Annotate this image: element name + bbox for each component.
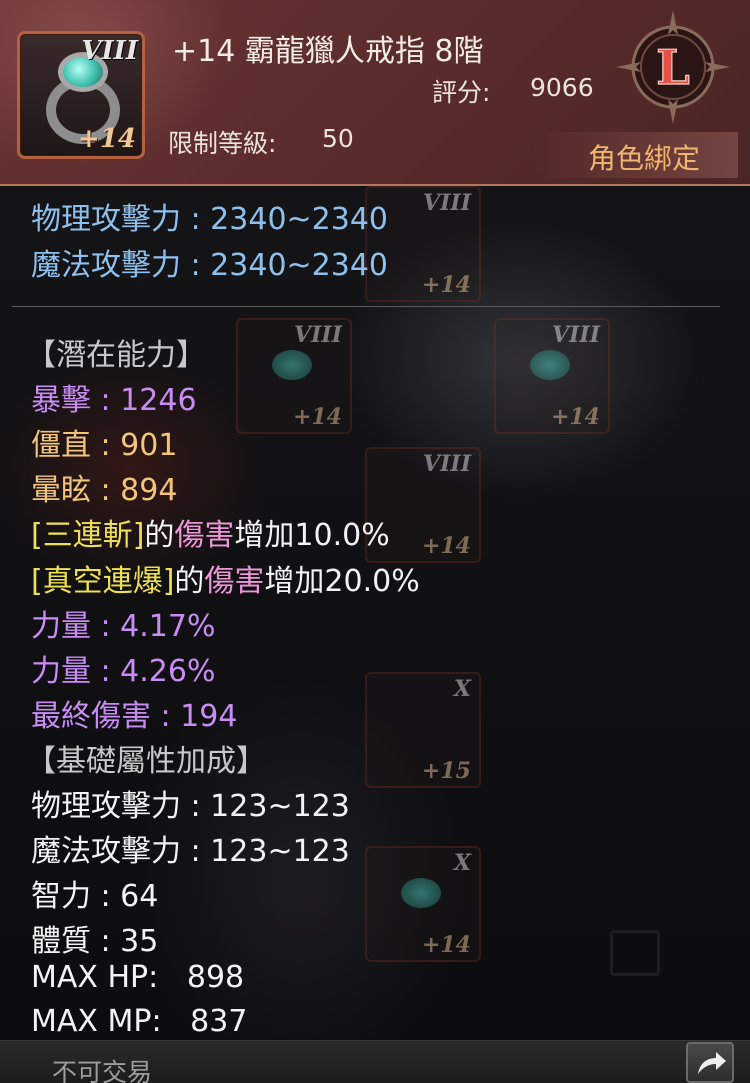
rank-letter: L	[656, 40, 690, 96]
base-bonus-section-header: 【基礎屬性加成】	[26, 744, 266, 779]
vitality-stat: 體質 : 35	[31, 924, 159, 959]
share-button[interactable]	[686, 1042, 734, 1083]
skill-damage-label: 傷害	[204, 564, 265, 599]
skill-name: [真空連爆]	[31, 564, 175, 599]
slot-level-badge: +14	[421, 272, 471, 298]
strength-stat: 力量 : 4.26%	[31, 654, 216, 689]
level-requirement-value: 50	[322, 124, 354, 153]
slot-tier-badge: X	[453, 850, 471, 876]
rank-emblem-icon: L	[616, 10, 730, 124]
stagger-stat: 僵直 : 901	[31, 428, 178, 463]
slot-tier-badge: VIII	[423, 190, 471, 216]
ring-icon	[401, 878, 441, 908]
final-damage-stat: 最終傷害 : 194	[31, 699, 238, 734]
skill-of-text: 的	[144, 518, 175, 553]
skill-damage-line: [三連斬]的傷害增加10.0%	[31, 510, 390, 554]
crit-stat: 暴擊 : 1246	[31, 383, 197, 418]
skill-damage-value: 增加10.0%	[234, 518, 390, 553]
item-tooltip-header: VIII +14 +14 霸龍獵人戒指 8階 評分: 9066 限制等級: 50…	[0, 0, 750, 186]
bind-status-text: 角色綁定	[588, 142, 701, 175]
skill-damage-line: [真空連爆]的傷害增加20.0%	[31, 556, 420, 600]
potential-section-header: 【潛在能力】	[26, 338, 206, 373]
item-name: +14 霸龍獵人戒指 8階	[172, 34, 484, 69]
share-arrow-icon	[698, 1052, 726, 1074]
skill-damage-value: 增加20.0%	[264, 564, 420, 599]
inventory-slot: VIII +14	[236, 318, 352, 434]
base-physical-attack-stat: 物理攻擊力 : 123~123	[31, 789, 350, 824]
skill-of-text: 的	[174, 564, 205, 599]
slot-level-badge: +14	[421, 533, 471, 559]
item-icon-frame: VIII +14	[17, 31, 145, 159]
slot-tier-badge: VIII	[294, 322, 342, 348]
slot-tier-badge: VIII	[423, 451, 471, 477]
skill-damage-label: 傷害	[174, 518, 235, 553]
trade-status: 不可交易	[52, 1058, 153, 1083]
ring-icon	[530, 350, 570, 380]
inventory-slot: X +15	[365, 672, 481, 788]
score-label: 評分:	[432, 78, 491, 107]
slot-tier-badge: X	[453, 676, 471, 702]
enhance-badge: +14	[78, 124, 136, 154]
level-requirement-label: 限制等級:	[168, 129, 277, 158]
physical-attack-stat: 物理攻擊力 : 2340~2340	[31, 202, 389, 237]
base-magic-attack-stat: 魔法攻擊力 : 123~123	[31, 834, 350, 869]
score-value: 9066	[530, 73, 594, 102]
max-mp-stat: MAX MP: 837	[31, 1004, 248, 1039]
ring-icon	[272, 350, 312, 380]
magic-attack-stat: 魔法攻擊力 : 2340~2340	[31, 248, 389, 283]
stun-stat: 暈眩 : 894	[31, 473, 178, 508]
strength-stat: 力量 : 4.17%	[31, 609, 216, 644]
max-hp-stat: MAX HP: 898	[31, 960, 245, 995]
tier-badge: VIII	[81, 36, 138, 66]
intelligence-stat: 智力 : 64	[31, 879, 159, 914]
skill-name: [三連斬]	[31, 518, 145, 553]
inventory-slot: VIII +14	[494, 318, 610, 434]
section-divider	[12, 306, 720, 307]
slot-level-badge: +14	[550, 404, 600, 430]
storage-icon	[610, 930, 660, 976]
inventory-slot: X +14	[365, 846, 481, 962]
slot-level-badge: +14	[421, 932, 471, 958]
slot-tier-badge: VIII	[552, 322, 600, 348]
slot-level-badge: +15	[421, 758, 471, 784]
slot-level-badge: +14	[292, 404, 342, 430]
